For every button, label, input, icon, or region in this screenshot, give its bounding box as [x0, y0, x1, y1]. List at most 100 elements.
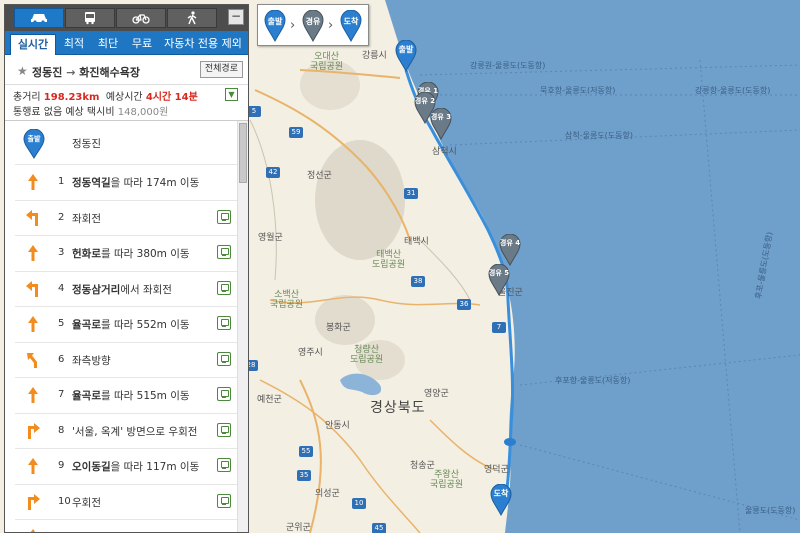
street-view-icon[interactable] — [217, 280, 231, 295]
street-view-icon[interactable] — [217, 387, 231, 401]
map-label-yeongwol: 영월군 — [258, 233, 283, 243]
chevron-right-icon: › — [290, 18, 296, 33]
tab-exclude-expressway[interactable]: 자동차 전용 제외 — [160, 34, 246, 55]
pin-end[interactable]: 도착 — [490, 484, 512, 516]
step-text: 오이동길을 따라 117m 이동 — [72, 459, 199, 474]
street-view-icon[interactable] — [217, 245, 231, 259]
pin-start[interactable]: 출발 — [395, 40, 417, 72]
step-row[interactable]: 10 우회전 — [15, 485, 237, 520]
step-number: 10 — [58, 495, 71, 507]
step-instruction: 를 따라 380m 이동 — [100, 248, 190, 260]
map-label-cheongnyangsan-name: 청량산 — [354, 345, 379, 355]
step-row[interactable]: 9 오이동길을 따라 117m 이동 — [15, 449, 237, 485]
map-label-juwangsan: 주왕산 국립공원 — [430, 470, 463, 490]
highway-shield: 36 — [457, 299, 471, 310]
step-row[interactable]: 2 좌회전 — [15, 201, 237, 236]
route-summary: 총거리 198.23km 예상시간 4시간 14분 통행료 없음 예상 택시비 … — [5, 85, 248, 121]
chevron-right-icon: › — [328, 18, 334, 33]
pin-via-4[interactable]: 경유 4 — [499, 234, 521, 266]
right-turn-icon — [23, 421, 43, 441]
map-label-gyeongbuk: 경상북도 — [370, 400, 426, 416]
legend-start-label: 출발 — [267, 17, 283, 26]
left-turn-icon — [23, 279, 43, 299]
street-view-icon[interactable] — [217, 351, 231, 366]
highway-shield: 38 — [411, 276, 425, 287]
full-route-button[interactable]: 전체경로 — [199, 61, 243, 78]
start-pin-icon: 출발 — [23, 128, 45, 159]
straight-arrow-icon — [23, 456, 43, 476]
step-row[interactable]: 8 '서울, 옥계' 방면으로 우회전 — [15, 414, 237, 449]
sea-label-2: 강릉항-울릉도(도동항) — [695, 86, 771, 95]
map-label-bonghwa: 봉화군 — [326, 323, 351, 333]
step-row[interactable]: 5 율곡로를 따라 552m 이동 — [15, 307, 237, 343]
map-label-andong: 안동시 — [325, 421, 350, 431]
expand-summary-button[interactable]: ▼ — [225, 88, 238, 101]
distance-label: 총거리 — [13, 92, 41, 103]
sea-label-5: 울릉도(도동항) — [745, 506, 796, 515]
highway-shield: 42 — [266, 167, 280, 178]
tab-optimal[interactable]: 최적 — [58, 34, 90, 55]
straight-arrow-icon — [23, 314, 43, 334]
step-number: 9 — [58, 460, 65, 471]
street-view-icon[interactable] — [217, 316, 231, 330]
mode-tab-bicycle[interactable] — [116, 8, 166, 28]
mode-tab-car[interactable] — [14, 8, 64, 28]
step-instruction: '서울, 옥계' 방면으로 우회전 — [72, 425, 198, 438]
map-label-samcheok: 삼척시 — [432, 147, 457, 157]
straight-arrow-icon — [23, 243, 43, 263]
step-number: 3 — [58, 247, 65, 258]
summary-line-2: 통행료 없음 예상 택시비 148,000원 — [13, 103, 168, 118]
step-number: 7 — [58, 389, 65, 400]
legend-end: 도착 — [340, 9, 362, 43]
mode-tab-walk[interactable] — [167, 8, 217, 28]
transport-mode-bar: − — [5, 5, 248, 31]
pin-legend: 출발 › 경유 › 도착 — [257, 4, 369, 46]
start-pin-label: 출발 — [27, 135, 41, 143]
step-road: 정동역길 — [72, 177, 111, 189]
map-label-cheongnyangsan-park: 도립공원 — [350, 355, 384, 365]
step-row[interactable]: 11오이동길을 따라 ...m 이동 — [15, 520, 237, 532]
highway-shield: 59 — [289, 127, 303, 138]
highway-shield: 7 — [492, 322, 506, 333]
pin-via-4-label: 경유 4 — [499, 239, 521, 247]
step-start[interactable]: 출발 정동진 — [15, 121, 237, 165]
street-view-icon[interactable] — [217, 493, 231, 508]
step-row[interactable]: 7 율곡로를 따라 515m 이동 — [15, 378, 237, 414]
step-text: 우회전 — [72, 495, 101, 510]
step-start-text: 정동진 — [72, 138, 101, 150]
directions-panel: − 실시간 최적 최단 무료 자동차 전용 제외 ★ 정동진 → 화진해수욕장 … — [4, 4, 249, 533]
tab-free[interactable]: 무료 — [126, 34, 158, 55]
map-label-cheongnyangsan: 청량산 도립공원 — [350, 345, 383, 365]
pin-via-5[interactable]: 경유 5 — [488, 264, 510, 296]
street-view-icon[interactable] — [217, 422, 231, 437]
step-row[interactable]: 6 좌측방향 — [15, 343, 237, 378]
step-row[interactable]: 3 헌화로를 따라 380m 이동 — [15, 236, 237, 272]
route-option-tabs: 실시간 최적 최단 무료 자동차 전용 제외 — [5, 31, 248, 55]
map-label-odaesan-park: 국립공원 — [310, 62, 344, 72]
tab-shortest[interactable]: 최단 — [92, 34, 124, 55]
legend-via: 경유 — [302, 9, 324, 43]
street-view-icon[interactable] — [217, 209, 231, 224]
collapse-panel-button[interactable]: − — [228, 9, 244, 25]
steps-scrollbar[interactable] — [237, 121, 248, 532]
step-row[interactable]: 1 정동역길을 따라 174m 이동 — [15, 165, 237, 201]
star-icon[interactable]: ★ — [17, 64, 28, 78]
route-title: 정동진 → 화진해수욕장 — [32, 64, 140, 80]
scrollbar-thumb[interactable] — [239, 123, 247, 183]
step-text: 좌회전 — [72, 211, 101, 226]
map-label-sobaeksan: 소백산 국립공원 — [270, 290, 303, 310]
step-road: 헌화로 — [72, 248, 101, 260]
walk-icon — [187, 11, 197, 25]
route-arrow: → — [66, 66, 76, 79]
pin-end-label: 도착 — [493, 489, 509, 498]
mode-tab-bus[interactable] — [65, 8, 115, 28]
keep-left-icon — [23, 350, 43, 370]
tab-realtime[interactable]: 실시간 — [10, 34, 56, 55]
pin-via-3[interactable]: 경유 3 — [430, 108, 452, 140]
step-row[interactable]: 4 정동삼거리에서 좌회전 — [15, 272, 237, 307]
map-label-jeongseon: 정선군 — [307, 171, 332, 181]
step-instruction: 를 따라 515m 이동 — [100, 390, 190, 402]
taxi-fare: 148,000원 — [117, 107, 169, 118]
map-label-sobaeksan-park: 국립공원 — [270, 300, 304, 310]
street-view-icon[interactable] — [217, 458, 231, 472]
